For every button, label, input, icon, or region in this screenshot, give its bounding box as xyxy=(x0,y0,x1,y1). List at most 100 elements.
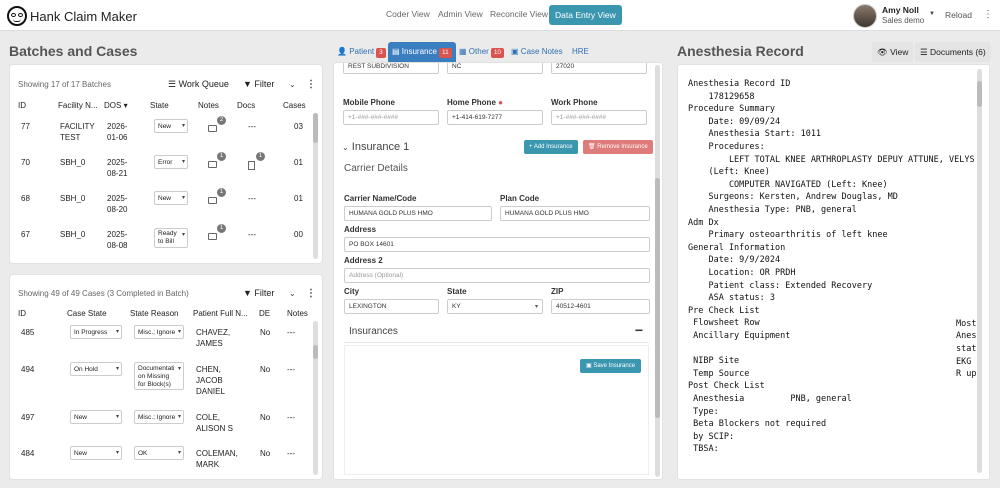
col-case-notes[interactable]: Notes xyxy=(287,309,308,318)
case-state-select[interactable]: New xyxy=(70,446,122,460)
state-reason-select[interactable]: Documentati on Missing for Block(s) xyxy=(134,362,184,390)
batch-facility[interactable]: SBH_0 xyxy=(60,157,85,168)
chevron-down-icon[interactable]: ⌄ xyxy=(289,289,296,298)
batch-state-select[interactable]: Ready to Bill xyxy=(154,228,188,248)
batch-dos[interactable]: 2026- 01-06 xyxy=(107,121,127,143)
batch-state-select[interactable]: New xyxy=(154,191,188,205)
nav-coder-view[interactable]: Coder View xyxy=(386,9,430,19)
notes-icon[interactable] xyxy=(208,161,217,168)
col-patient-name[interactable]: Patient Full N... xyxy=(193,309,248,318)
city-input[interactable]: LEXINGTON xyxy=(344,299,439,314)
chevron-down-icon[interactable]: ⌄ xyxy=(289,80,296,89)
insurances-section-header[interactable]: Insurances − xyxy=(344,321,649,343)
documents-button[interactable]: ☰ Documents (6) xyxy=(915,42,991,62)
address-line-input[interactable]: REST SUBDIVISION xyxy=(343,63,439,74)
nav-data-entry-view[interactable]: Data Entry View xyxy=(549,5,622,25)
cases-scroll-thumb[interactable] xyxy=(313,345,318,359)
batch-id[interactable]: 68 xyxy=(21,193,30,204)
batches-scroll-thumb[interactable] xyxy=(313,113,318,143)
address2-input[interactable]: Address (Optional) xyxy=(344,268,650,283)
batch-facility[interactable]: FACILITY TEST xyxy=(60,121,95,143)
document-icon[interactable] xyxy=(248,161,255,170)
record-scroll-thumb[interactable] xyxy=(977,81,982,107)
batch-state-select[interactable]: Error xyxy=(154,155,188,169)
work-queue-button[interactable]: ☰ Work Queue xyxy=(168,79,229,90)
case-id[interactable]: 494 xyxy=(21,364,34,375)
batch-dos[interactable]: 2025- 08-20 xyxy=(107,193,127,215)
batch-cases[interactable]: 01 xyxy=(294,157,303,168)
reload-button[interactable]: Reload xyxy=(945,10,972,20)
patient-name[interactable]: COLE, ALISON S xyxy=(196,412,233,434)
case-state-select[interactable]: New xyxy=(70,410,122,424)
state-select[interactable]: KY xyxy=(447,299,543,314)
state-reason-select[interactable]: OK xyxy=(134,446,184,460)
patient-name[interactable]: COLEMAN, MARK xyxy=(196,448,238,470)
batch-cases[interactable]: 03 xyxy=(294,121,303,132)
case-id[interactable]: 484 xyxy=(21,448,34,459)
center-scroll-thumb[interactable] xyxy=(655,178,660,418)
grid-menu-icon[interactable]: ⋮ xyxy=(983,9,993,20)
state-reason-select[interactable]: Misc.; Ignore xyxy=(134,325,184,339)
batch-facility[interactable]: SBH_0 xyxy=(60,229,85,240)
remove-insurance-button[interactable]: 🗑 Remove Insurance xyxy=(583,140,653,154)
batch-id[interactable]: 77 xyxy=(21,121,30,132)
col-cases[interactable]: Cases xyxy=(283,101,306,110)
plan-code-input[interactable]: HUMANA GOLD PLUS HMO xyxy=(500,206,650,221)
insurance-1-header[interactable]: ⌄ Insurance 1 xyxy=(342,141,409,153)
home-phone-input[interactable]: +1-414-619-7277 xyxy=(447,110,543,125)
batch-dos[interactable]: 2025- 08-08 xyxy=(107,229,127,251)
tab-hre[interactable]: HRE xyxy=(572,42,589,62)
tab-case-notes[interactable]: ▣ Case Notes xyxy=(511,42,563,62)
state-input[interactable]: NC xyxy=(447,63,543,74)
notes-icon[interactable] xyxy=(208,233,217,240)
col-dos[interactable]: DOS ▾ xyxy=(104,101,128,110)
col-facility[interactable]: Facility N... xyxy=(58,101,98,110)
case-id[interactable]: 497 xyxy=(21,412,34,423)
chevron-down-icon[interactable]: ▼ xyxy=(929,11,935,17)
nav-admin-view[interactable]: Admin View xyxy=(438,9,483,19)
col-notes[interactable]: Notes xyxy=(198,101,219,110)
add-insurance-button[interactable]: + Add Insurance xyxy=(524,140,578,154)
cases-more-icon[interactable]: ⋮ xyxy=(306,288,316,299)
work-phone-input[interactable]: +1-###-###-#### xyxy=(551,110,647,125)
col-de[interactable]: DE xyxy=(259,309,270,318)
batch-cases[interactable]: 00 xyxy=(294,229,303,240)
collapse-icon[interactable]: − xyxy=(635,322,643,338)
batch-facility[interactable]: SBH_0 xyxy=(60,193,85,204)
address-input[interactable]: PO BOX 14601 xyxy=(344,237,650,252)
batch-id[interactable]: 70 xyxy=(21,157,30,168)
mobile-phone-input[interactable]: +1-###-###-#### xyxy=(343,110,439,125)
patient-name[interactable]: CHEN, JACOB DANIEL xyxy=(196,364,225,397)
carrier-input[interactable]: HUMANA GOLD PLUS HMO xyxy=(344,206,492,221)
nav-reconcile-view[interactable]: Reconcile View xyxy=(490,9,548,19)
col-id[interactable]: ID xyxy=(18,101,26,110)
batch-cases[interactable]: 01 xyxy=(294,193,303,204)
tab-patient[interactable]: 👤 Patient 3 xyxy=(337,42,386,62)
col-case-state[interactable]: Case State xyxy=(67,309,107,318)
col-case-id[interactable]: ID xyxy=(18,309,26,318)
view-button[interactable]: 👁 View xyxy=(872,42,914,62)
record-scrollbar[interactable] xyxy=(977,69,982,473)
batch-state-select[interactable]: New xyxy=(154,119,188,133)
notes-icon[interactable] xyxy=(208,197,217,204)
zip-input[interactable]: 40512-4601 xyxy=(551,299,650,314)
tab-other[interactable]: ▦ Other 10 xyxy=(459,42,505,62)
save-insurance-button[interactable]: ▣ Save Insurance xyxy=(580,359,642,373)
cases-filter-button[interactable]: ▼ Filter xyxy=(243,288,274,298)
case-state-select[interactable]: In Progress xyxy=(70,325,122,339)
case-state-select[interactable]: On Hold xyxy=(70,362,122,376)
col-state-reason[interactable]: State Reason xyxy=(130,309,178,318)
state-reason-select[interactable]: Misc.; Ignore xyxy=(134,410,184,424)
batch-dos[interactable]: 2025- 08-21 xyxy=(107,157,127,179)
batch-id[interactable]: 67 xyxy=(21,229,30,240)
batches-filter-button[interactable]: ▼ Filter xyxy=(243,79,274,89)
tab-insurance[interactable]: ▤ Insurance 11 xyxy=(388,42,456,62)
notes-icon[interactable] xyxy=(208,125,217,132)
zip-input[interactable]: 27020 xyxy=(551,63,647,74)
patient-name[interactable]: CHAVEZ, JAMES xyxy=(196,327,230,349)
col-docs[interactable]: Docs xyxy=(237,101,255,110)
case-id[interactable]: 485 xyxy=(21,327,34,338)
batches-more-icon[interactable]: ⋮ xyxy=(306,79,316,90)
avatar[interactable] xyxy=(853,4,877,28)
col-state[interactable]: State xyxy=(150,101,169,110)
